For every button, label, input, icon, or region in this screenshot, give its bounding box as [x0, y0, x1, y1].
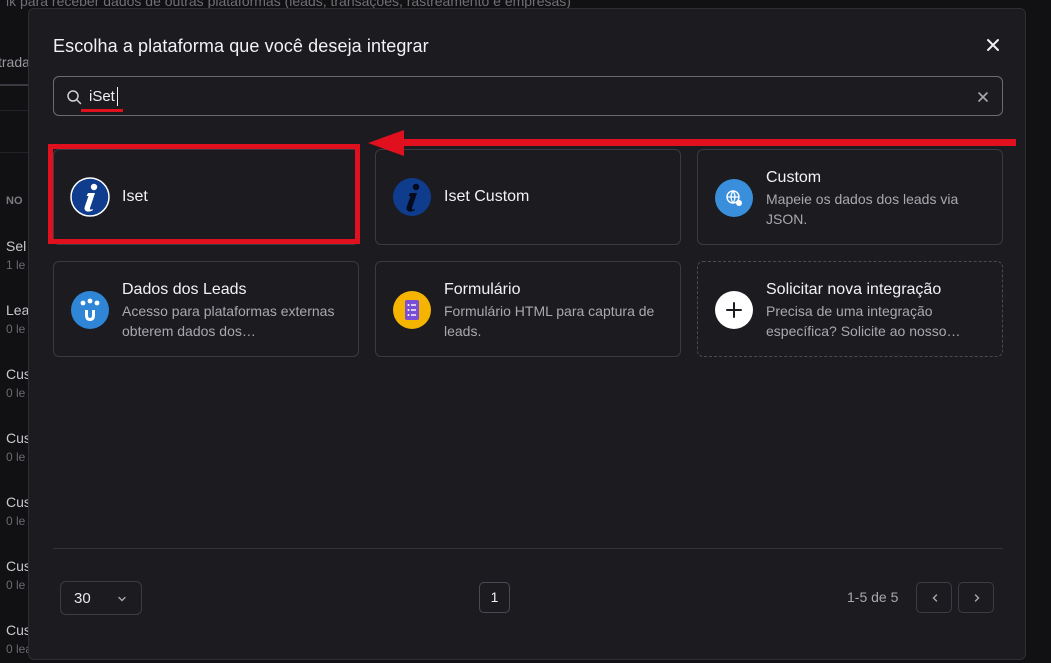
divider [0, 152, 28, 153]
pagination-range: 1-5 de 5 [847, 589, 899, 605]
next-page-button[interactable] [958, 582, 994, 613]
close-button[interactable] [982, 34, 1004, 56]
background-row: Cus 0 leads [6, 622, 28, 656]
card-title: Iset Custom [444, 188, 530, 205]
search-field[interactable]: iSet [53, 76, 1003, 116]
background-row-name: Lea [6, 302, 28, 318]
card-description: Formulário HTML para captura de leads. [444, 303, 655, 339]
background-row-sub: 0 le [6, 514, 26, 528]
background-row-sub: 0 leads [6, 642, 28, 656]
people-magnet-icon [71, 291, 109, 329]
integration-card-formulario[interactable]: Formulário Formulário HTML para captura … [375, 261, 681, 357]
plus-icon [715, 291, 753, 329]
card-title: Solicitar nova integração [766, 281, 942, 298]
background-row: Cus 0 le [6, 558, 28, 592]
integration-card-dados-dos-leads[interactable]: Dados dos Leads Acesso para plataformas … [53, 261, 359, 357]
background-row-name: Cus [6, 430, 28, 446]
chevron-down-icon [118, 596, 126, 602]
background-row-sub: 0 le [6, 386, 26, 400]
search-highlight-underline [81, 109, 123, 112]
per-page-select[interactable]: 30 [60, 581, 142, 615]
background-row: Cus 0 le [6, 430, 28, 464]
background-row-name: Sel [6, 238, 27, 254]
background-row-name: Cus [6, 494, 28, 510]
prev-page-button[interactable] [916, 582, 952, 613]
iset-logo-icon [70, 177, 110, 217]
per-page-value: 30 [74, 590, 91, 607]
integration-card-custom[interactable]: Custom Mapeie os dados dos leads via JSO… [697, 149, 1003, 245]
chevron-left-icon [932, 594, 938, 602]
background-row-sub: 0 le [6, 578, 26, 592]
background-row-name: Cus [6, 366, 28, 382]
integration-card-iset[interactable]: Iset [53, 149, 359, 245]
clear-icon[interactable] [976, 90, 990, 104]
background-row-sub: 1 le [6, 258, 26, 272]
background-tab-indicator [0, 84, 28, 86]
background-row-sub: 0 le [6, 322, 26, 336]
card-description: Mapeie os dados dos leads via JSON. [766, 191, 959, 227]
iset-logo-icon [393, 178, 431, 216]
card-description: Acesso para plataformas externas obterem… [122, 303, 335, 339]
background-row-name: Cus [6, 622, 28, 638]
background-row: Cus 0 le [6, 366, 28, 400]
chevron-right-icon [974, 594, 980, 602]
form-icon [393, 291, 431, 329]
modal-title: Escolha a plataforma que você deseja int… [53, 36, 429, 56]
page-button-current[interactable]: 1 [479, 582, 510, 613]
background-row: Cus 0 le [6, 494, 28, 528]
background-row-sub: 0 le [6, 450, 26, 464]
globe-icon [715, 179, 753, 217]
background-table-header: NO [6, 195, 23, 207]
close-icon [987, 39, 999, 51]
integration-modal: Escolha a plataforma que você deseja int… [28, 8, 1026, 660]
text-caret [117, 87, 118, 106]
background-page: trada NO Sel 1 le Lea 0 le Cus 0 le Cus 0 le… [0, 0, 28, 663]
card-title: Formulário [444, 281, 521, 298]
divider [0, 110, 28, 111]
footer-divider [53, 548, 1003, 549]
search-icon [67, 90, 82, 105]
background-row-name: Cus [6, 558, 28, 574]
search-input[interactable]: iSet [89, 88, 115, 105]
card-title: Iset [122, 188, 148, 205]
integration-card-request-new[interactable]: Solicitar nova integração Precisa de uma… [697, 261, 1003, 357]
card-title: Dados dos Leads [122, 281, 247, 298]
card-title: Custom [766, 169, 822, 186]
background-row: Lea 0 le [6, 302, 28, 336]
card-description: Precisa de uma integração específica? So… [766, 303, 961, 339]
background-tab: trada [0, 54, 28, 70]
background-row: Sel 1 le [6, 238, 26, 272]
integration-card-iset-custom[interactable]: Iset Custom [375, 149, 681, 245]
